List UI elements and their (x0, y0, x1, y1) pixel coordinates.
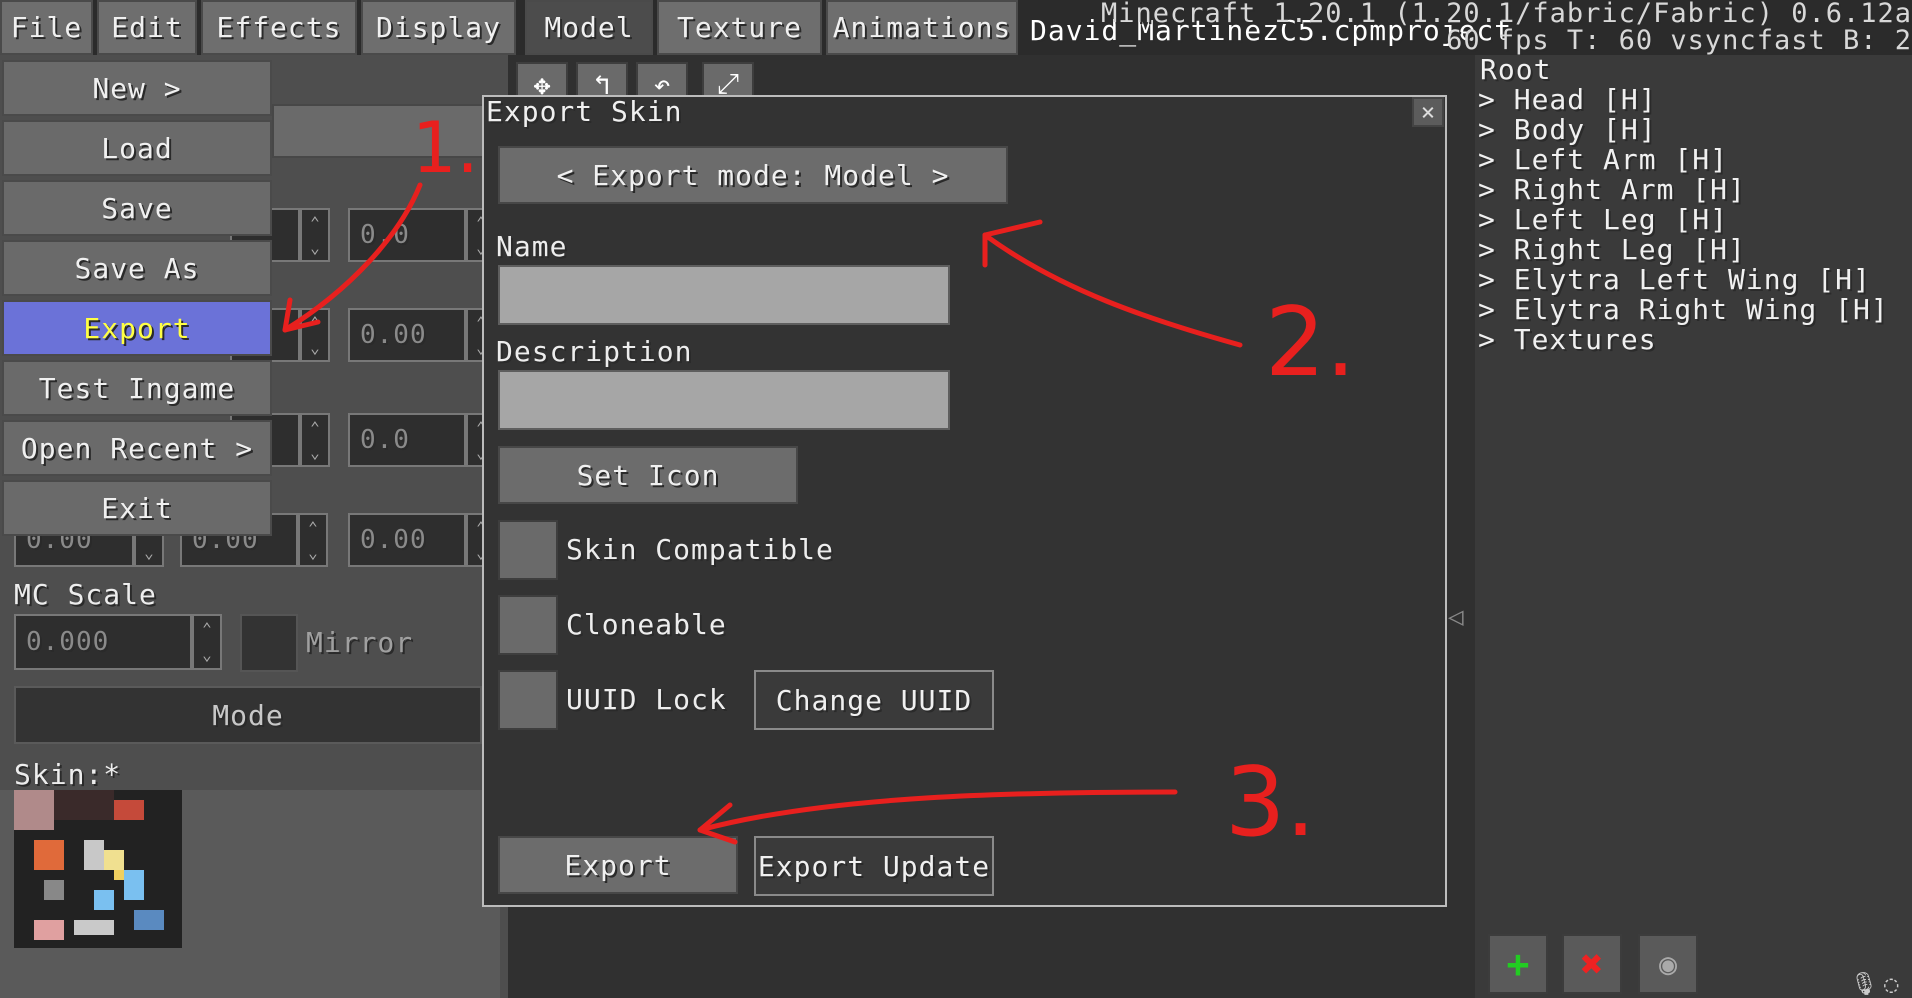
mc-scale-label: MC Scale (14, 578, 157, 611)
delete-element-button[interactable]: ✖ (1562, 934, 1622, 994)
tree-item-elytra-right-wing[interactable]: > Elytra Right Wing [H] (1478, 295, 1889, 325)
mode-button[interactable]: Mode (14, 686, 482, 744)
tree-item-left-leg[interactable]: > Left Leg [H] (1478, 205, 1728, 235)
menu-item-open-recent[interactable]: Open Recent > (2, 420, 272, 476)
pos-z-field[interactable]: 0.0 (348, 208, 466, 262)
tab-effects[interactable]: Effects (201, 0, 357, 55)
skin-pixel-block (34, 840, 64, 870)
export-mode-button[interactable]: < Export mode: Model > (498, 146, 1008, 204)
skin-pixel-block (44, 880, 64, 900)
debug-info-line2: 60 fps T: 60 vsyncfast B: 2 (1446, 25, 1912, 56)
skin-pixel-block (94, 890, 114, 910)
scale-z-field[interactable]: 0.00 (348, 513, 466, 567)
export-update-button[interactable]: Export Update (754, 836, 994, 896)
tree-item-right-leg[interactable]: > Right Leg [H] (1478, 235, 1746, 265)
add-element-button[interactable]: + (1488, 934, 1548, 994)
skin-pixel-block (34, 920, 64, 940)
tab-texture[interactable]: Texture (657, 0, 822, 55)
skin-pixel-block (134, 910, 164, 930)
menu-item-new[interactable]: New > (2, 60, 272, 116)
viewport-arrow-icon[interactable]: ◁ (1448, 602, 1464, 632)
set-icon-button[interactable]: Set Icon (498, 446, 798, 504)
skin-pixel-block (104, 850, 124, 870)
skin-pixel-block (84, 840, 104, 870)
menu-item-save[interactable]: Save (2, 180, 272, 236)
skin-pixel-block (54, 790, 114, 820)
tree-item-textures[interactable]: > Textures (1478, 325, 1657, 355)
skin-pixel-block (74, 920, 114, 935)
tree-item-left-arm[interactable]: > Left Arm [H] (1478, 145, 1728, 175)
rotation-z-field[interactable]: 0.0 (348, 413, 466, 467)
tab-model[interactable]: Model (525, 0, 653, 55)
name-input[interactable] (498, 265, 950, 325)
menu-item-load[interactable]: Load (2, 120, 272, 176)
menu-item-test-ingame[interactable]: Test Ingame (2, 360, 272, 416)
cloneable-checkbox[interactable] (498, 595, 558, 655)
uuid-lock-label: UUID Lock (566, 683, 727, 716)
skin-pixel-block (124, 870, 144, 900)
mirror-label: Mirror (306, 626, 414, 659)
tab-display[interactable]: Display (361, 0, 516, 55)
mirror-checkbox[interactable] (240, 614, 298, 672)
loading-icon: ◌ (1884, 970, 1899, 998)
microphone-icon[interactable]: 🎙 (1850, 972, 1878, 997)
skin-compatible-label: Skin Compatible (566, 533, 834, 566)
tree-item-body[interactable]: > Body [H] (1478, 115, 1657, 145)
menu-item-save-as[interactable]: Save As (2, 240, 272, 296)
menu-item-exit[interactable]: Exit (2, 480, 272, 536)
dialog-title: Export Skin (486, 95, 683, 128)
mc-scale-field[interactable]: 0.000 (14, 614, 192, 670)
change-uuid-button[interactable]: Change UUID (754, 670, 994, 730)
tree-item-elytra-left-wing[interactable]: > Elytra Left Wing [H] (1478, 265, 1871, 295)
close-icon[interactable]: × (1412, 97, 1444, 127)
debug-info-line1: Minecraft 1.20.1 (1.20.1/fabric/Fabric) … (1100, 0, 1912, 29)
uuid-lock-checkbox[interactable] (498, 670, 558, 730)
tree-item-head[interactable]: > Head [H] (1478, 85, 1657, 115)
debug-info: Minecraft 1.20.1 (1.20.1/fabric/Fabric) … (1101, 0, 1912, 54)
tab-file[interactable]: File (0, 0, 93, 55)
cloneable-label: Cloneable (566, 608, 727, 641)
skin-pixel-block (114, 800, 144, 820)
export-button[interactable]: Export (498, 836, 738, 894)
offset-z-field[interactable]: 0.00 (348, 308, 466, 362)
tab-animations[interactable]: Animations (826, 0, 1018, 55)
skin-label: Skin:* (14, 758, 122, 791)
tree-root[interactable]: Root (1480, 55, 1551, 85)
pos-x-spinner[interactable]: ⌃ ⌄ (300, 208, 330, 262)
description-input[interactable] (498, 370, 950, 430)
skin-pixel-block (114, 870, 124, 880)
panel-header-field (272, 104, 502, 158)
tree-item-right-arm[interactable]: > Right Arm [H] (1478, 175, 1746, 205)
skin-pixel-block (14, 790, 54, 830)
skin-compatible-checkbox[interactable] (498, 520, 558, 580)
visibility-eye-icon[interactable]: ◉ (1638, 934, 1698, 994)
name-label: Name (496, 230, 568, 263)
menu-item-export[interactable]: Export (2, 300, 272, 356)
skin-texture-preview[interactable] (14, 790, 182, 948)
mc-scale-spinner[interactable]: ⌃ ⌄ (192, 614, 222, 670)
scale-y-spinner[interactable]: ⌃ ⌄ (298, 513, 328, 567)
tab-edit[interactable]: Edit (97, 0, 197, 55)
offset-x-spinner[interactable]: ⌃ ⌄ (300, 308, 330, 362)
description-label: Description (496, 335, 693, 368)
rotation-x-spinner[interactable]: ⌃ ⌄ (300, 413, 330, 467)
